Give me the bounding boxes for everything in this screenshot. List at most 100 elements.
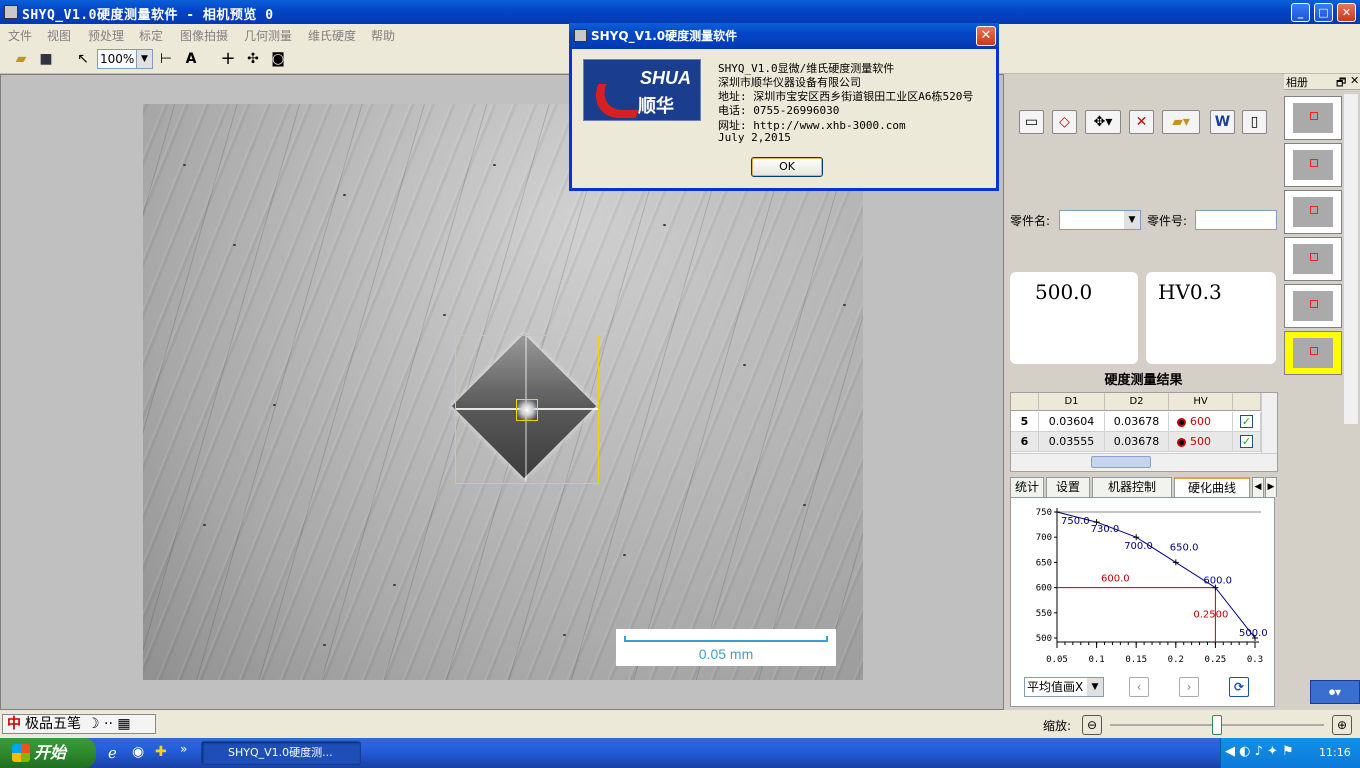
y-tick-label: 700 (1036, 533, 1052, 543)
menu-preprocess[interactable]: 预处理 (88, 27, 124, 44)
data-label: 500.0 (1239, 628, 1268, 639)
tab-hardening-curve[interactable]: 硬化曲线 (1174, 477, 1250, 497)
shape-icon[interactable]: ◇ (1052, 110, 1077, 134)
row-checkbox[interactable]: ✓ (1240, 415, 1253, 428)
folder-dropdown-icon[interactable]: ▰▾ (1162, 110, 1200, 134)
row-hv-cell: 500 (1169, 432, 1233, 452)
next-button[interactable]: › (1179, 677, 1199, 697)
record-icon[interactable]: ⏺▾ (1310, 680, 1360, 704)
ruler-icon[interactable]: ⊢ (156, 50, 176, 68)
save-icon[interactable]: ■ (36, 50, 56, 68)
tray-icons[interactable]: ◀ ◐ ♪ ✦ ⚑ (1225, 744, 1294, 759)
status-dot-icon (1177, 417, 1186, 427)
scale-bar-line (624, 636, 828, 642)
row-d1: 0.03555 (1039, 432, 1105, 452)
y-tick-label: 650 (1036, 558, 1052, 568)
system-tray: ◀ ◐ ♪ ✦ ⚑ 11:16 (1220, 738, 1360, 768)
prev-button[interactable]: ‹ (1129, 677, 1149, 697)
menu-geometry[interactable]: 几何测量 (244, 27, 292, 44)
x-tick-label: 0.1 (1088, 655, 1104, 665)
row-hv: 500 (1190, 435, 1211, 448)
pointer-icon[interactable]: ↖ (73, 50, 93, 68)
scroll-thumb[interactable] (1091, 456, 1151, 468)
album-scrollbar[interactable] (1344, 94, 1358, 424)
x-tick-label: 0.2 (1168, 655, 1184, 665)
table-row[interactable]: 6 0.03555 0.03678 500 ✓ (1011, 432, 1261, 452)
minimize-button[interactable]: _ (1291, 3, 1310, 22)
hardening-curve-chart: 750 700 650 600 550 500 0.05 0.1 0.15 0.2 0.25 0.3 6… (1010, 497, 1275, 707)
horizontal-scrollbar[interactable] (1011, 453, 1277, 471)
open-icon[interactable]: ▰ (11, 50, 31, 68)
vertical-scrollbar[interactable] (1261, 393, 1277, 453)
menu-calibrate[interactable]: 标定 (139, 27, 163, 44)
album-close-icon[interactable]: ✕ (1350, 74, 1359, 87)
tab-scroll-right[interactable]: ▶ (1265, 477, 1277, 497)
header-d2: D2 (1105, 393, 1169, 411)
data-point (1054, 509, 1060, 515)
taskbar-app-label: SHYQ_V1.0硬度测... (228, 746, 333, 759)
taskbar: 开始 ℯ ◉ ✚ » SHYQ_V1.0硬度测... ◀ ◐ ♪ ✦ ⚑ 11:… (0, 738, 1360, 768)
dialog-close-button[interactable]: ✕ (976, 26, 996, 46)
tab-machine-control[interactable]: 机器控制 (1092, 477, 1172, 497)
text-tool-icon[interactable]: A (181, 50, 201, 68)
x-tick-label: 0.3 (1247, 655, 1263, 665)
word-export-icon[interactable]: W (1210, 110, 1235, 134)
ok-button[interactable]: OK (751, 157, 823, 177)
status-bar: 中极品五笔 ☽ ·· ▦ 缩放: ⊖ ⊕ (0, 710, 1360, 738)
ime-toolbar[interactable]: 中极品五笔 ☽ ·· ▦ (2, 714, 156, 734)
close-button[interactable]: ✕ (1337, 3, 1356, 22)
zoom-in-icon[interactable]: ⊕ (1332, 715, 1352, 735)
row-checkbox[interactable]: ✓ (1240, 435, 1253, 448)
ime-moon-icon: ☽ ·· ▦ (87, 716, 131, 732)
menu-capture[interactable]: 图像拍摄 (180, 27, 228, 44)
menu-view[interactable]: 视图 (47, 27, 71, 44)
taskbar-app-button[interactable]: SHYQ_V1.0硬度测... (201, 741, 361, 765)
about-dialog: SHYQ_V1.0硬度测量软件 ✕ SHUA 顺华 SHYQ_V1.0显微/维氏… (569, 23, 999, 191)
menu-vickers[interactable]: 维氏硬度 (308, 27, 356, 44)
dialog-title: SHYQ_V1.0硬度测量软件 (591, 29, 738, 43)
part-no-input[interactable] (1195, 210, 1277, 230)
average-select[interactable]: 平均值画X ▼ (1024, 677, 1104, 697)
app-icon (4, 5, 18, 19)
row-hv-cell: 600 (1169, 412, 1233, 432)
explorer-icon[interactable]: ◉ (132, 744, 144, 760)
tab-settings[interactable]: 设置 (1046, 477, 1090, 497)
delete-icon[interactable]: ✕ (1129, 110, 1154, 134)
tab-strip: 统计 设置 机器控制 硬化曲线 ◀ ▶ (1010, 477, 1278, 497)
zoom-slider-thumb[interactable] (1212, 715, 1222, 735)
chart-svg: 750 700 650 600 550 500 0.05 0.1 0.15 0.2 0.25 0.3 6… (1036, 508, 1268, 665)
start-label: 开始 (34, 743, 67, 762)
quicklaunch-more-icon[interactable]: » (180, 742, 187, 756)
right-panel: ▭ ◇ ✥▾ ✕ ▰▾ W ▯ 零件名: ▼ 零件号: 500.0 HV0.3 … (1005, 74, 1282, 710)
zoom-out-icon[interactable]: ⊖ (1082, 715, 1102, 735)
menu-help[interactable]: 帮助 (371, 27, 395, 44)
data-label: 750.0 (1061, 516, 1090, 527)
crosshair-icon[interactable]: + (218, 50, 238, 68)
quicklaunch-icon[interactable]: ✚ (155, 744, 167, 760)
windows-logo-icon (12, 744, 30, 762)
tab-stats[interactable]: 统计 (1010, 477, 1044, 497)
ie-icon[interactable]: ℯ (108, 744, 117, 762)
restore-icon[interactable]: 🗗 (1336, 74, 1346, 93)
refresh-icon[interactable]: ⟳ (1229, 677, 1249, 697)
maximize-button[interactable]: □ (1314, 3, 1333, 22)
row-check-cell: ✓ (1233, 432, 1261, 452)
row-index: 6 (1011, 432, 1039, 452)
dialog-app-icon (574, 29, 587, 42)
camera-icon[interactable]: ◙ (268, 50, 288, 68)
menu-file[interactable]: 文件 (8, 27, 32, 44)
data-point (1172, 559, 1179, 566)
video-icon[interactable]: ▭ (1019, 110, 1044, 134)
y-tick-label: 750 (1036, 508, 1052, 518)
load-display: 500.0 (1010, 272, 1138, 364)
new-document-icon[interactable]: ▯ (1242, 110, 1267, 134)
part-name-select[interactable]: ▼ (1059, 210, 1141, 230)
company-logo: SHUA 顺华 (583, 59, 701, 121)
header-blank (1011, 393, 1039, 411)
tab-scroll-left[interactable]: ◀ (1252, 477, 1264, 497)
move-dropdown-icon[interactable]: ✥▾ (1085, 110, 1121, 134)
center-marker[interactable] (516, 399, 538, 421)
zoom-select[interactable]: 100% ▼ (97, 49, 153, 69)
move-icon[interactable]: ✣ (243, 50, 263, 68)
table-row[interactable]: 5 0.03604 0.03678 600 ✓ (1011, 412, 1261, 432)
